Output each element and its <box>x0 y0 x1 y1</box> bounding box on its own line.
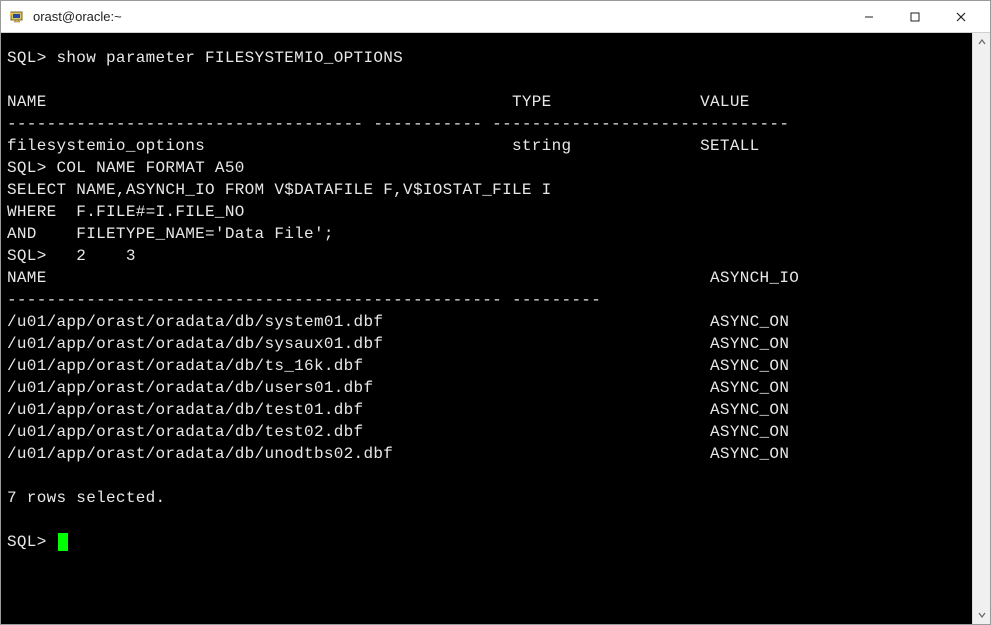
datafile-row: /u01/app/orast/oradata/db/system01.dbf A… <box>7 313 789 331</box>
cursor <box>58 533 68 551</box>
cmd-col-format: SQL> COL NAME FORMAT A50 <box>7 159 245 177</box>
query-line: AND FILETYPE_NAME='Data File'; <box>7 225 334 243</box>
putty-icon <box>9 9 25 25</box>
query-line: SELECT NAME,ASYNCH_IO FROM V$DATAFILE F,… <box>7 181 552 199</box>
minimize-button[interactable] <box>846 2 892 32</box>
terminal-window: orast@oracle:~ SQL> show parameter FILES… <box>0 0 991 625</box>
cmd-show-parameter: SQL> show parameter FILESYSTEMIO_OPTIONS <box>7 49 403 67</box>
header-name-type-value: NAME TYPE VALUE <box>7 93 750 111</box>
param-row: filesystemio_options string SETALL <box>7 137 760 155</box>
client-area: SQL> show parameter FILESYSTEMIO_OPTIONS… <box>1 33 990 624</box>
datafile-row: /u01/app/orast/oradata/db/users01.dbf AS… <box>7 379 789 397</box>
query-line: WHERE F.FILE#=I.FILE_NO <box>7 203 245 221</box>
window-title: orast@oracle:~ <box>33 9 846 24</box>
vertical-scrollbar[interactable] <box>972 33 990 624</box>
maximize-button[interactable] <box>892 2 938 32</box>
separator: ------------------------------------ ---… <box>7 115 789 133</box>
sql-prompt: SQL> <box>7 533 57 551</box>
datafile-row: /u01/app/orast/oradata/db/test02.dbf ASY… <box>7 423 789 441</box>
terminal-output[interactable]: SQL> show parameter FILESYSTEMIO_OPTIONS… <box>1 33 972 624</box>
query-continuation: SQL> 2 3 <box>7 247 136 265</box>
scrollbar-track[interactable] <box>973 51 990 606</box>
titlebar-buttons <box>846 2 984 32</box>
rows-selected: 7 rows selected. <box>7 489 165 507</box>
datafile-row: /u01/app/orast/oradata/db/sysaux01.dbf A… <box>7 335 789 353</box>
titlebar[interactable]: orast@oracle:~ <box>1 1 990 33</box>
scroll-up-icon[interactable] <box>973 33 991 51</box>
datafile-row: /u01/app/orast/oradata/db/ts_16k.dbf ASY… <box>7 357 789 375</box>
separator: ----------------------------------------… <box>7 291 601 309</box>
datafile-row: /u01/app/orast/oradata/db/unodtbs02.dbf … <box>7 445 789 463</box>
close-button[interactable] <box>938 2 984 32</box>
datafile-row: /u01/app/orast/oradata/db/test01.dbf ASY… <box>7 401 789 419</box>
header-name-asynchio: NAME ASYNCH_IO <box>7 269 799 287</box>
scroll-down-icon[interactable] <box>973 606 991 624</box>
